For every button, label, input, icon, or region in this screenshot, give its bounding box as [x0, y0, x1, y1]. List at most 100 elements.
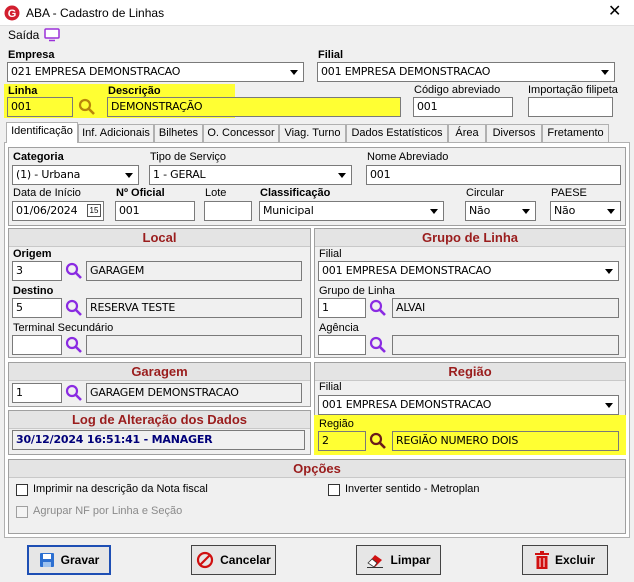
grupo-filial-value: 001 EMPRESA DEMONSTRACAO — [322, 264, 492, 277]
opcoes-panel: Opções — [8, 459, 626, 534]
lote-label: Lote — [205, 187, 227, 199]
chevron-down-icon[interactable] — [518, 203, 534, 219]
chevron-down-icon[interactable] — [597, 64, 613, 80]
garagem-code-input[interactable]: 1 — [12, 383, 62, 403]
search-icon[interactable] — [65, 262, 83, 280]
empresa-label: Empresa — [8, 49, 55, 61]
origem-name: GARAGEM — [90, 264, 145, 277]
regiao-label: Região — [319, 418, 354, 430]
regiao-filial-select[interactable]: 001 EMPRESA DEMONSTRACAO — [318, 395, 619, 415]
svg-text:G: G — [8, 8, 17, 20]
inverter-label[interactable]: Inverter sentido - Metroplan — [345, 483, 480, 495]
circular-label: Circular — [466, 187, 504, 199]
search-icon[interactable] — [78, 98, 96, 116]
tab-o-concessor[interactable]: O. Concessor — [203, 124, 279, 142]
linha-value: 001 — [11, 100, 32, 113]
grupo-code-input[interactable]: 1 — [318, 298, 366, 318]
chevron-down-icon[interactable] — [121, 167, 137, 183]
tab-dados-estatisticos[interactable]: Dados Estatísticos — [346, 124, 448, 142]
grupo-code: 1 — [322, 301, 329, 314]
chevron-down-icon[interactable] — [603, 203, 619, 219]
tab-label: Identificação — [11, 125, 73, 137]
descricao-input[interactable]: DEMONSTRAÇÃO — [107, 97, 401, 117]
close-icon[interactable]: ✕ — [608, 3, 621, 21]
cancel-icon — [197, 551, 214, 569]
search-icon[interactable] — [369, 432, 387, 450]
monitor-icon[interactable] — [44, 28, 60, 42]
search-icon[interactable] — [369, 336, 387, 354]
origem-code-input[interactable]: 3 — [12, 261, 62, 281]
regiao-filial-label: Filial — [319, 381, 342, 393]
tab-bilhetes[interactable]: Bilhetes — [154, 124, 203, 142]
limpar-button[interactable]: Limpar — [356, 545, 441, 575]
imprimir-checkbox[interactable] — [16, 484, 28, 496]
tab-area[interactable]: Área — [448, 124, 486, 142]
codigo-abreviado-label: Código abreviado — [414, 84, 501, 96]
tab-diversos[interactable]: Diversos — [486, 124, 542, 142]
classificacao-select[interactable]: Municipal — [259, 201, 444, 221]
grupo-filial-select[interactable]: 001 EMPRESA DEMONSTRACAO — [318, 261, 619, 281]
filial-value: 001 EMPRESA DEMONSTRACAO — [321, 65, 491, 78]
regiao-title: Região — [315, 363, 625, 381]
opcoes-title: Opções — [9, 460, 625, 478]
n-oficial-input[interactable]: 001 — [115, 201, 195, 221]
chevron-down-icon[interactable] — [334, 167, 350, 183]
save-icon — [39, 553, 54, 567]
linha-input[interactable]: 001 — [7, 97, 73, 117]
chevron-down-icon[interactable] — [426, 203, 442, 219]
lote-input[interactable] — [204, 201, 252, 221]
excluir-button[interactable]: Excluir — [522, 545, 608, 575]
tab-viag-turno[interactable]: Viag. Turno — [279, 124, 346, 142]
categoria-select[interactable]: (1) - Urbana — [12, 165, 139, 185]
cancelar-button[interactable]: Cancelar — [191, 545, 276, 575]
imprimir-label[interactable]: Imprimir na descrição da Nota fiscal — [33, 483, 208, 495]
classificacao-value: Municipal — [263, 204, 314, 217]
regiao-code-input[interactable]: 2 — [318, 431, 366, 451]
grupo-linha-title: Grupo de Linha — [315, 229, 625, 247]
regiao-code: 2 — [322, 434, 329, 447]
destino-code-input[interactable]: 5 — [12, 298, 62, 318]
excluir-label: Excluir — [554, 553, 596, 567]
paese-select[interactable]: Não — [550, 201, 621, 221]
tab-label: Dados Estatísticos — [351, 127, 443, 139]
filial-select[interactable]: 001 EMPRESA DEMONSTRACAO — [317, 62, 615, 82]
codigo-abreviado-input[interactable]: 001 — [413, 97, 513, 117]
local-title: Local — [9, 229, 310, 247]
tipo-servico-label: Tipo de Serviço — [150, 151, 227, 163]
agrupar-label: Agrupar NF por Linha e Seção — [33, 505, 183, 517]
importacao-input[interactable] — [528, 97, 613, 117]
destino-name: RESERVA TESTE — [90, 301, 176, 314]
grupo-filial-label: Filial — [319, 248, 342, 260]
chevron-down-icon[interactable] — [286, 64, 302, 80]
menu-saida[interactable]: Saída — [8, 28, 39, 42]
inverter-checkbox[interactable] — [328, 484, 340, 496]
paese-value: Não — [554, 204, 576, 217]
garagem-name: GARAGEM DEMONSTRACAO — [90, 386, 239, 399]
tipo-servico-select[interactable]: 1 - GERAL — [149, 165, 352, 185]
search-icon[interactable] — [65, 336, 83, 354]
nome-abreviado-input[interactable]: 001 — [366, 165, 621, 185]
chevron-down-icon[interactable] — [601, 397, 617, 413]
chevron-down-icon[interactable] — [601, 263, 617, 279]
data-inicio-label: Data de Início — [13, 187, 81, 199]
agencia-code-input[interactable] — [318, 335, 366, 355]
search-icon[interactable] — [65, 384, 83, 402]
terminal-code-input[interactable] — [12, 335, 62, 355]
tab-label: Inf. Adicionais — [82, 127, 150, 139]
categoria-label: Categoria — [13, 151, 64, 163]
search-icon[interactable] — [65, 299, 83, 317]
descricao-label: Descrição — [108, 85, 161, 97]
search-icon[interactable] — [369, 299, 387, 317]
gravar-button[interactable]: Gravar — [27, 545, 111, 575]
log-value: 30/12/2024 16:51:41 - MANAGER — [16, 433, 213, 446]
cancelar-label: Cancelar — [220, 553, 271, 567]
circular-select[interactable]: Não — [465, 201, 536, 221]
tab-label: Área — [455, 127, 479, 139]
tab-label: Diversos — [492, 127, 536, 139]
calendar-icon[interactable]: 15 — [87, 204, 101, 217]
empresa-select[interactable]: 021 EMPRESA DEMONSTRACAO — [7, 62, 304, 82]
tab-identificacao[interactable]: Identificação — [6, 122, 78, 143]
tab-fretamento[interactable]: Fretamento — [542, 124, 609, 142]
tab-inf-adicionais[interactable]: Inf. Adicionais — [78, 124, 154, 142]
origem-code: 3 — [16, 264, 23, 277]
